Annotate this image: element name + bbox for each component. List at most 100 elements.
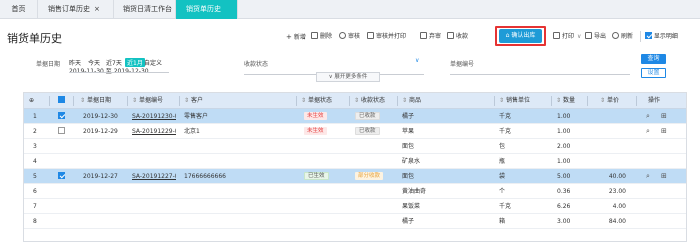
cell-bill-no[interactable]: SA-20191229-( [132, 124, 176, 139]
print-button[interactable]: 打印 ∨ [553, 31, 581, 43]
cell-price [592, 124, 626, 139]
header-sep [494, 96, 495, 106]
status-badge: 未生效 [304, 127, 327, 135]
cell-unit: 袋 [499, 173, 506, 180]
add-label: 新增 [293, 34, 306, 41]
delete-button[interactable]: 删除 [311, 31, 332, 43]
header-date[interactable]: ⇕ 单据日期 [80, 93, 111, 109]
tab-sales-bill-history[interactable]: 销货单历史× [176, 0, 238, 32]
add-button[interactable]: + 新增 [286, 31, 306, 43]
header-sep [49, 96, 50, 106]
export-icon [585, 32, 592, 39]
header-label: 单价 [606, 97, 619, 104]
confirm-out-button[interactable]: ⌂ 确认出库 [499, 29, 542, 43]
collect-button[interactable]: 收款 [447, 31, 468, 43]
row-number: 2 [33, 128, 37, 135]
header-unit[interactable]: ⇕ 销售单位 [499, 93, 530, 109]
view-detail-icon[interactable]: ⌕ [646, 169, 650, 184]
grid-header: ⊕ ⇕ 单据日期 ⇕ 单据编号 ⇕ 客户 ⇕ 单据状态 ⇕ 收款状态 ⇕ 商品 … [24, 93, 686, 109]
tab-label: 销货单历史 [186, 5, 221, 13]
more-actions-icon[interactable]: ⊞ [661, 124, 667, 139]
expand-more-button[interactable]: ∨ 展开更多条件 [316, 72, 380, 82]
show-detail-checkbox[interactable] [645, 32, 652, 39]
audit-print-label: 审核并打印 [376, 33, 407, 40]
header-sep [73, 96, 74, 106]
cell-price: 23.00 [608, 188, 626, 195]
bill-no-input[interactable] [450, 66, 630, 75]
header-label: 销售单位 [505, 97, 530, 104]
cell-status: 未生效 [304, 124, 327, 139]
row-checkbox[interactable] [58, 112, 65, 119]
row-checkbox[interactable] [58, 172, 65, 179]
audit-button[interactable]: 审核 [339, 31, 360, 43]
row-number: 5 [33, 173, 37, 180]
header-label: 收款状态 [360, 97, 385, 104]
table-row[interactable]: 5 2019-12-27 SA-20191227-(17666666666 已生效 部分… [24, 169, 686, 184]
table-row[interactable]: 7 果饭菜 千克 6.26 4.00 [24, 199, 686, 214]
show-detail-toggle[interactable]: 显示明细 [645, 31, 678, 43]
row-checkbox[interactable] [58, 127, 65, 134]
table-row[interactable]: 4 矿泉水 瓶 1.00 [24, 154, 686, 169]
row-checkbox-cell [58, 109, 65, 124]
table-row[interactable]: 3 面包 包 2.00 [24, 139, 686, 154]
select-all-checkbox[interactable] [58, 93, 65, 109]
cell-bill-no[interactable]: SA-20191227-( [132, 169, 176, 184]
sort-icon: ⇕ [600, 97, 607, 104]
query-button[interactable]: 查询 [641, 54, 666, 64]
column-settings-icon[interactable]: ⊕ [29, 93, 39, 109]
view-detail-icon[interactable]: ⌕ [646, 109, 650, 124]
sort-icon: ⇕ [301, 97, 308, 104]
close-icon[interactable]: × [94, 5, 100, 13]
cell-price: 40.00 [608, 173, 626, 180]
delete-label: 删除 [320, 33, 333, 40]
table-row[interactable]: 6 黄油曲奇 个 0.36 23.00 [24, 184, 686, 199]
cell-collect: 已收款 [355, 109, 380, 124]
header-label: 单据日期 [86, 97, 111, 104]
date-field-underline [69, 64, 169, 73]
header-status[interactable]: ⇕ 单据状态 [301, 93, 332, 109]
cell-unit: 包 [499, 143, 506, 150]
table-row[interactable]: 8 橘子 箱 3.00 84.00 [24, 214, 686, 229]
more-actions-icon[interactable]: ⊞ [661, 169, 667, 184]
row-number: 6 [33, 188, 37, 195]
cell-bill-no[interactable]: SA-20191230-( [132, 109, 176, 124]
cell-product: 面包 [402, 173, 415, 180]
header-collect[interactable]: ⇕ 收款状态 [354, 93, 385, 109]
collect-badge: 已收款 [355, 112, 380, 120]
collect-badge: 部分收款 [355, 172, 384, 180]
tab-daily-workbench[interactable]: 销货日清工作台× [114, 0, 176, 32]
chevron-down-icon[interactable]: ∨ [415, 57, 419, 64]
header-label: 客户 [190, 97, 203, 104]
row-checkbox-cell [58, 169, 65, 184]
cell-product: 面包 [402, 143, 415, 150]
table-row[interactable]: 2 2019-12-29 SA-20191229-(北京1 未生效 已收款 苹果 千克 1.0… [24, 124, 686, 139]
cell-unit: 个 [499, 188, 506, 195]
cell-status: 已生效 [304, 169, 329, 184]
cell-qty: 6.26 [557, 203, 571, 210]
row-number: 4 [33, 158, 37, 165]
row-number: 3 [33, 143, 37, 150]
header-product[interactable]: ⇕ 商品 [402, 93, 421, 109]
audit-print-button[interactable]: 审核并打印 [367, 31, 406, 43]
abandon-button[interactable]: 弃审 [420, 31, 441, 43]
cell-unit: 瓶 [499, 158, 506, 165]
tab-label: 首页 [11, 5, 26, 13]
abandon-label: 弃审 [429, 33, 442, 40]
cell-product: 苹果 [402, 128, 415, 135]
header-customer[interactable]: ⇕ 客户 [184, 93, 203, 109]
cell-product: 橘子 [402, 218, 415, 225]
header-price[interactable]: ⇕ 单价 [600, 93, 619, 109]
tab-home[interactable]: 首页 [0, 0, 38, 19]
table-row[interactable]: 1 2019-12-30 SA-20191230-(零售客户 未生效 已收款 橘子 千克 1.… [24, 109, 686, 124]
sort-icon: ⇕ [354, 97, 361, 104]
export-button[interactable]: 导出 [585, 31, 606, 43]
header-bill-no[interactable]: ⇕ 单据编号 [132, 93, 163, 109]
settings-button[interactable]: 设置 [641, 68, 666, 78]
refresh-button[interactable]: 刷新 [612, 31, 633, 43]
tab-sales-order-history[interactable]: 销售订单历史 × [38, 0, 114, 19]
header-qty[interactable]: ⇕ 数量 [556, 93, 575, 109]
collect-badge: 已收款 [355, 127, 380, 135]
sort-icon: ⇕ [556, 97, 563, 104]
view-detail-icon[interactable]: ⌕ [646, 124, 650, 139]
more-actions-icon[interactable]: ⊞ [661, 109, 667, 124]
